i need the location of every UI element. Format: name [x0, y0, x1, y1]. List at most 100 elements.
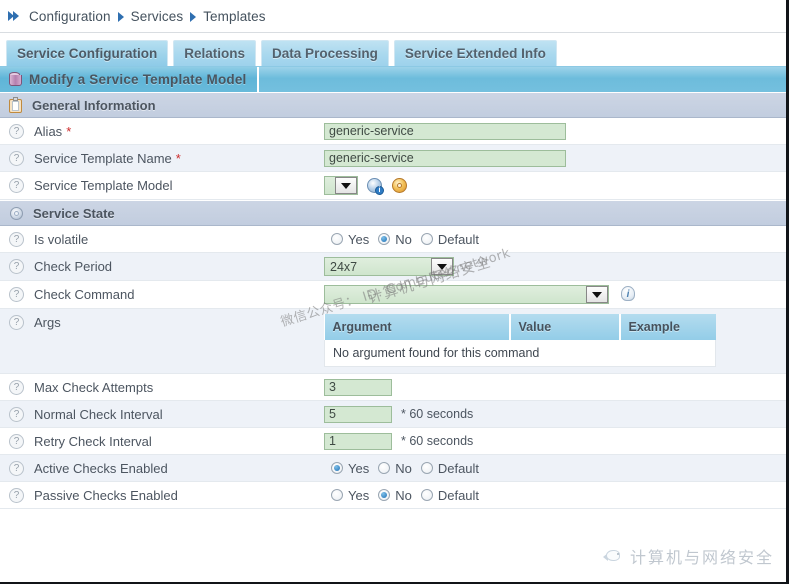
- radio-passive-checks-default[interactable]: Default: [421, 488, 479, 503]
- help-icon[interactable]: ?: [9, 407, 24, 422]
- radio-is-volatile-default[interactable]: Default: [421, 232, 479, 247]
- column-header-argument: Argument: [325, 314, 510, 340]
- radio-active-checks-yes[interactable]: Yes: [331, 461, 369, 476]
- field-label-service-template-name: ? Service Template Name *: [0, 145, 318, 171]
- radio-passive-checks-no[interactable]: No: [378, 488, 412, 503]
- radio-passive-checks-yes[interactable]: Yes: [331, 488, 369, 503]
- watermark-badge-text: 计算机与网络安全: [630, 544, 774, 568]
- field-label-alias: ? Alias *: [0, 118, 318, 144]
- field-label-passive-checks-enabled: ? Passive Checks Enabled: [0, 482, 318, 508]
- column-header-example: Example: [620, 314, 716, 340]
- max-check-attempts-input[interactable]: 3: [324, 379, 392, 396]
- fish-logo-icon: [603, 549, 623, 563]
- radio-label: Yes: [348, 488, 369, 503]
- breadcrumb-item-templates[interactable]: Templates: [203, 9, 265, 24]
- help-icon[interactable]: ?: [9, 178, 24, 193]
- label-text: Service Template Model: [34, 178, 173, 193]
- label-text: Active Checks Enabled: [34, 461, 168, 476]
- section-title: General Information: [32, 98, 156, 113]
- service-template-model-select[interactable]: [324, 176, 358, 195]
- passive-checks-radio-group: Yes No Default: [331, 488, 488, 503]
- label-text: Args: [34, 315, 61, 330]
- label-text: Retry Check Interval: [34, 434, 152, 449]
- tab-service-configuration[interactable]: Service Configuration: [6, 40, 168, 66]
- radio-label: No: [395, 488, 412, 503]
- field-row-check-period: ? Check Period 24x7: [0, 253, 786, 281]
- field-label-check-period: ? Check Period: [0, 253, 318, 280]
- chevron-down-icon[interactable]: [431, 258, 453, 275]
- field-row-alias: ? Alias * generic-service: [0, 118, 786, 145]
- radio-label: Default: [438, 461, 479, 476]
- label-text: Is volatile: [34, 232, 88, 247]
- help-icon[interactable]: ?: [9, 488, 24, 503]
- service-template-page: Configuration Services Templates Service…: [0, 0, 789, 584]
- check-command-select[interactable]: [324, 285, 609, 304]
- service-template-name-input[interactable]: generic-service: [324, 150, 566, 167]
- radio-label: No: [395, 232, 412, 247]
- table-row: No argument found for this command: [325, 340, 716, 367]
- help-icon[interactable]: ?: [9, 315, 24, 330]
- radio-label: No: [395, 461, 412, 476]
- tab-bar: Service Configuration Relations Data Pro…: [0, 33, 786, 66]
- retry-check-interval-input[interactable]: 1: [324, 433, 392, 450]
- column-header-value: Value: [510, 314, 620, 340]
- required-marker: *: [176, 151, 181, 166]
- gear-info-icon[interactable]: i: [367, 178, 383, 194]
- chevron-down-icon[interactable]: [586, 286, 608, 303]
- field-row-check-command: ? Check Command i: [0, 281, 786, 309]
- gear-icon: [9, 206, 24, 221]
- tab-data-processing[interactable]: Data Processing: [261, 40, 389, 66]
- field-label-service-template-model: ? Service Template Model: [0, 172, 318, 199]
- breadcrumb: Configuration Services Templates: [0, 0, 786, 33]
- help-icon[interactable]: ?: [9, 124, 24, 139]
- page-title-bar: Modify a Service Template Model: [0, 66, 786, 92]
- radio-active-checks-default[interactable]: Default: [421, 461, 479, 476]
- label-text: Max Check Attempts: [34, 380, 153, 395]
- radio-is-volatile-yes[interactable]: Yes: [331, 232, 369, 247]
- label-text: Alias: [34, 124, 62, 139]
- args-empty-message: No argument found for this command: [325, 340, 716, 367]
- gear-orange-icon[interactable]: [392, 178, 408, 194]
- field-row-retry-check-interval: ? Retry Check Interval 1 * 60 seconds: [0, 428, 786, 455]
- field-row-passive-checks-enabled: ? Passive Checks Enabled Yes No Default: [0, 482, 786, 509]
- section-header-general-information: General Information: [0, 92, 786, 118]
- info-bulb-icon[interactable]: i: [620, 286, 637, 303]
- tab-service-extended-info[interactable]: Service Extended Info: [394, 40, 557, 66]
- database-cylinder-icon: [8, 72, 21, 87]
- radio-is-volatile-no[interactable]: No: [378, 232, 412, 247]
- args-table: Argument Value Example No argument found…: [324, 314, 716, 367]
- help-icon[interactable]: ?: [9, 461, 24, 476]
- retry-check-interval-suffix: * 60 seconds: [401, 434, 473, 448]
- normal-check-interval-input[interactable]: 5: [324, 406, 392, 423]
- required-marker: *: [66, 124, 71, 139]
- alias-input[interactable]: generic-service: [324, 123, 566, 140]
- field-label-args: ? Args: [0, 309, 318, 373]
- help-icon[interactable]: ?: [9, 232, 24, 247]
- help-icon[interactable]: ?: [9, 287, 24, 302]
- check-period-select[interactable]: 24x7: [324, 257, 454, 276]
- radio-label: Yes: [348, 232, 369, 247]
- breadcrumb-item-configuration[interactable]: Configuration: [29, 9, 111, 24]
- check-period-value: 24x7: [330, 260, 357, 274]
- field-label-normal-check-interval: ? Normal Check Interval: [0, 401, 318, 427]
- help-icon[interactable]: ?: [9, 380, 24, 395]
- radio-active-checks-no[interactable]: No: [378, 461, 412, 476]
- help-icon[interactable]: ?: [9, 151, 24, 166]
- tab-relations[interactable]: Relations: [173, 40, 256, 66]
- section-title: Service State: [33, 206, 115, 221]
- active-checks-radio-group: Yes No Default: [331, 461, 488, 476]
- field-row-normal-check-interval: ? Normal Check Interval 5 * 60 seconds: [0, 401, 786, 428]
- double-chevron-right-icon: [8, 10, 23, 22]
- page-title: Modify a Service Template Model: [29, 72, 247, 87]
- field-row-active-checks-enabled: ? Active Checks Enabled Yes No Default: [0, 455, 786, 482]
- field-label-active-checks-enabled: ? Active Checks Enabled: [0, 455, 318, 481]
- field-row-service-template-name: ? Service Template Name * generic-servic…: [0, 145, 786, 172]
- bottom-strip: [0, 578, 786, 582]
- label-text: Check Period: [34, 259, 112, 274]
- radio-label: Default: [438, 488, 479, 503]
- breadcrumb-item-services[interactable]: Services: [131, 9, 184, 24]
- help-icon[interactable]: ?: [9, 259, 24, 274]
- label-text: Normal Check Interval: [34, 407, 163, 422]
- chevron-down-icon[interactable]: [335, 177, 357, 194]
- help-icon[interactable]: ?: [9, 434, 24, 449]
